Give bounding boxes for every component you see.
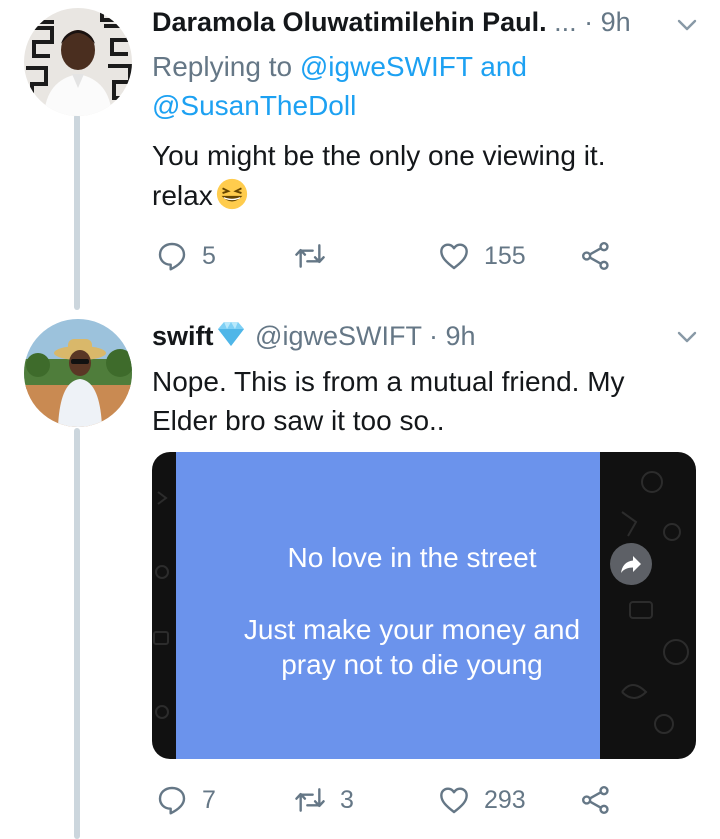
grinning-squinting-face-icon	[216, 178, 247, 210]
avatar[interactable]	[24, 319, 132, 427]
display-name[interactable]: Daramola Oluwatimilehin Paul.	[152, 7, 547, 37]
reply-count: 5	[202, 241, 216, 270]
diamond-icon	[217, 322, 244, 346]
like-count: 293	[484, 785, 526, 814]
reply-button[interactable]: 5	[156, 234, 216, 278]
like-button[interactable]: 293	[438, 778, 526, 822]
tweet-text: You might be the only one viewing it.	[152, 140, 606, 171]
retweet-icon	[295, 788, 325, 812]
media-text-line: pray not to die young	[281, 649, 543, 680]
heart-icon	[440, 787, 468, 814]
heart-icon	[440, 243, 468, 270]
status-panel: No love in the street Just make your mon…	[176, 452, 600, 759]
chevron-down-icon[interactable]	[676, 14, 698, 36]
retweet-button[interactable]: 3	[294, 778, 354, 822]
like-count: 155	[484, 241, 526, 270]
mention-link[interactable]: @igweSWIFT	[300, 51, 473, 82]
avatar[interactable]	[24, 8, 132, 116]
chevron-down-icon[interactable]	[676, 326, 698, 348]
tweet-media-image[interactable]: No love in the street Just make your mon…	[152, 452, 696, 759]
replying-prefix: Replying to	[152, 51, 293, 82]
share-icon	[582, 242, 609, 270]
reply-icon	[158, 786, 186, 815]
share-icon	[582, 786, 609, 814]
tweet-text-line: relax	[152, 180, 213, 211]
tweet-text: Elder bro saw it too so..	[152, 405, 445, 436]
tweet-actions: 7 3 293	[152, 778, 622, 822]
thread-line	[74, 428, 80, 839]
name-ellipsis: ...	[554, 7, 577, 37]
share-button[interactable]	[580, 778, 612, 822]
tweet-text: relax	[152, 176, 249, 216]
reply-button[interactable]: 7	[156, 778, 216, 822]
timestamp[interactable]: · 9h	[429, 321, 476, 351]
media-text-line: No love in the street	[287, 542, 537, 573]
tweet-text: Nope. This is from a mutual friend. My	[152, 366, 625, 397]
replying-to: Replying to @igweSWIFT and	[152, 47, 527, 87]
tweet-header: swift @igweSWIFT · 9h	[152, 316, 476, 356]
media-text-line: Just make your money and	[243, 614, 581, 645]
mention-link[interactable]: @SusanTheDoll	[152, 90, 356, 121]
timestamp[interactable]: · 9h	[584, 7, 631, 37]
thread-line	[74, 114, 80, 310]
replying-and[interactable]: and	[480, 51, 527, 82]
share-button[interactable]	[580, 234, 612, 278]
forward-arrow-icon	[621, 556, 641, 573]
tweet-header: Daramola Oluwatimilehin Paul. ... · 9h	[152, 2, 631, 42]
retweet-icon	[295, 244, 325, 268]
display-name[interactable]: swift	[152, 321, 214, 351]
forward-button[interactable]	[610, 543, 652, 585]
retweet-button[interactable]	[294, 234, 340, 278]
tweet-actions: 5 155	[152, 234, 622, 278]
handle[interactable]: @igweSWIFT	[255, 321, 421, 351]
replying-to-cont: @SusanTheDoll	[152, 86, 356, 126]
retweet-count: 3	[340, 785, 354, 814]
like-button[interactable]: 155	[438, 234, 526, 278]
reply-icon	[158, 242, 186, 271]
reply-count: 7	[202, 785, 216, 814]
